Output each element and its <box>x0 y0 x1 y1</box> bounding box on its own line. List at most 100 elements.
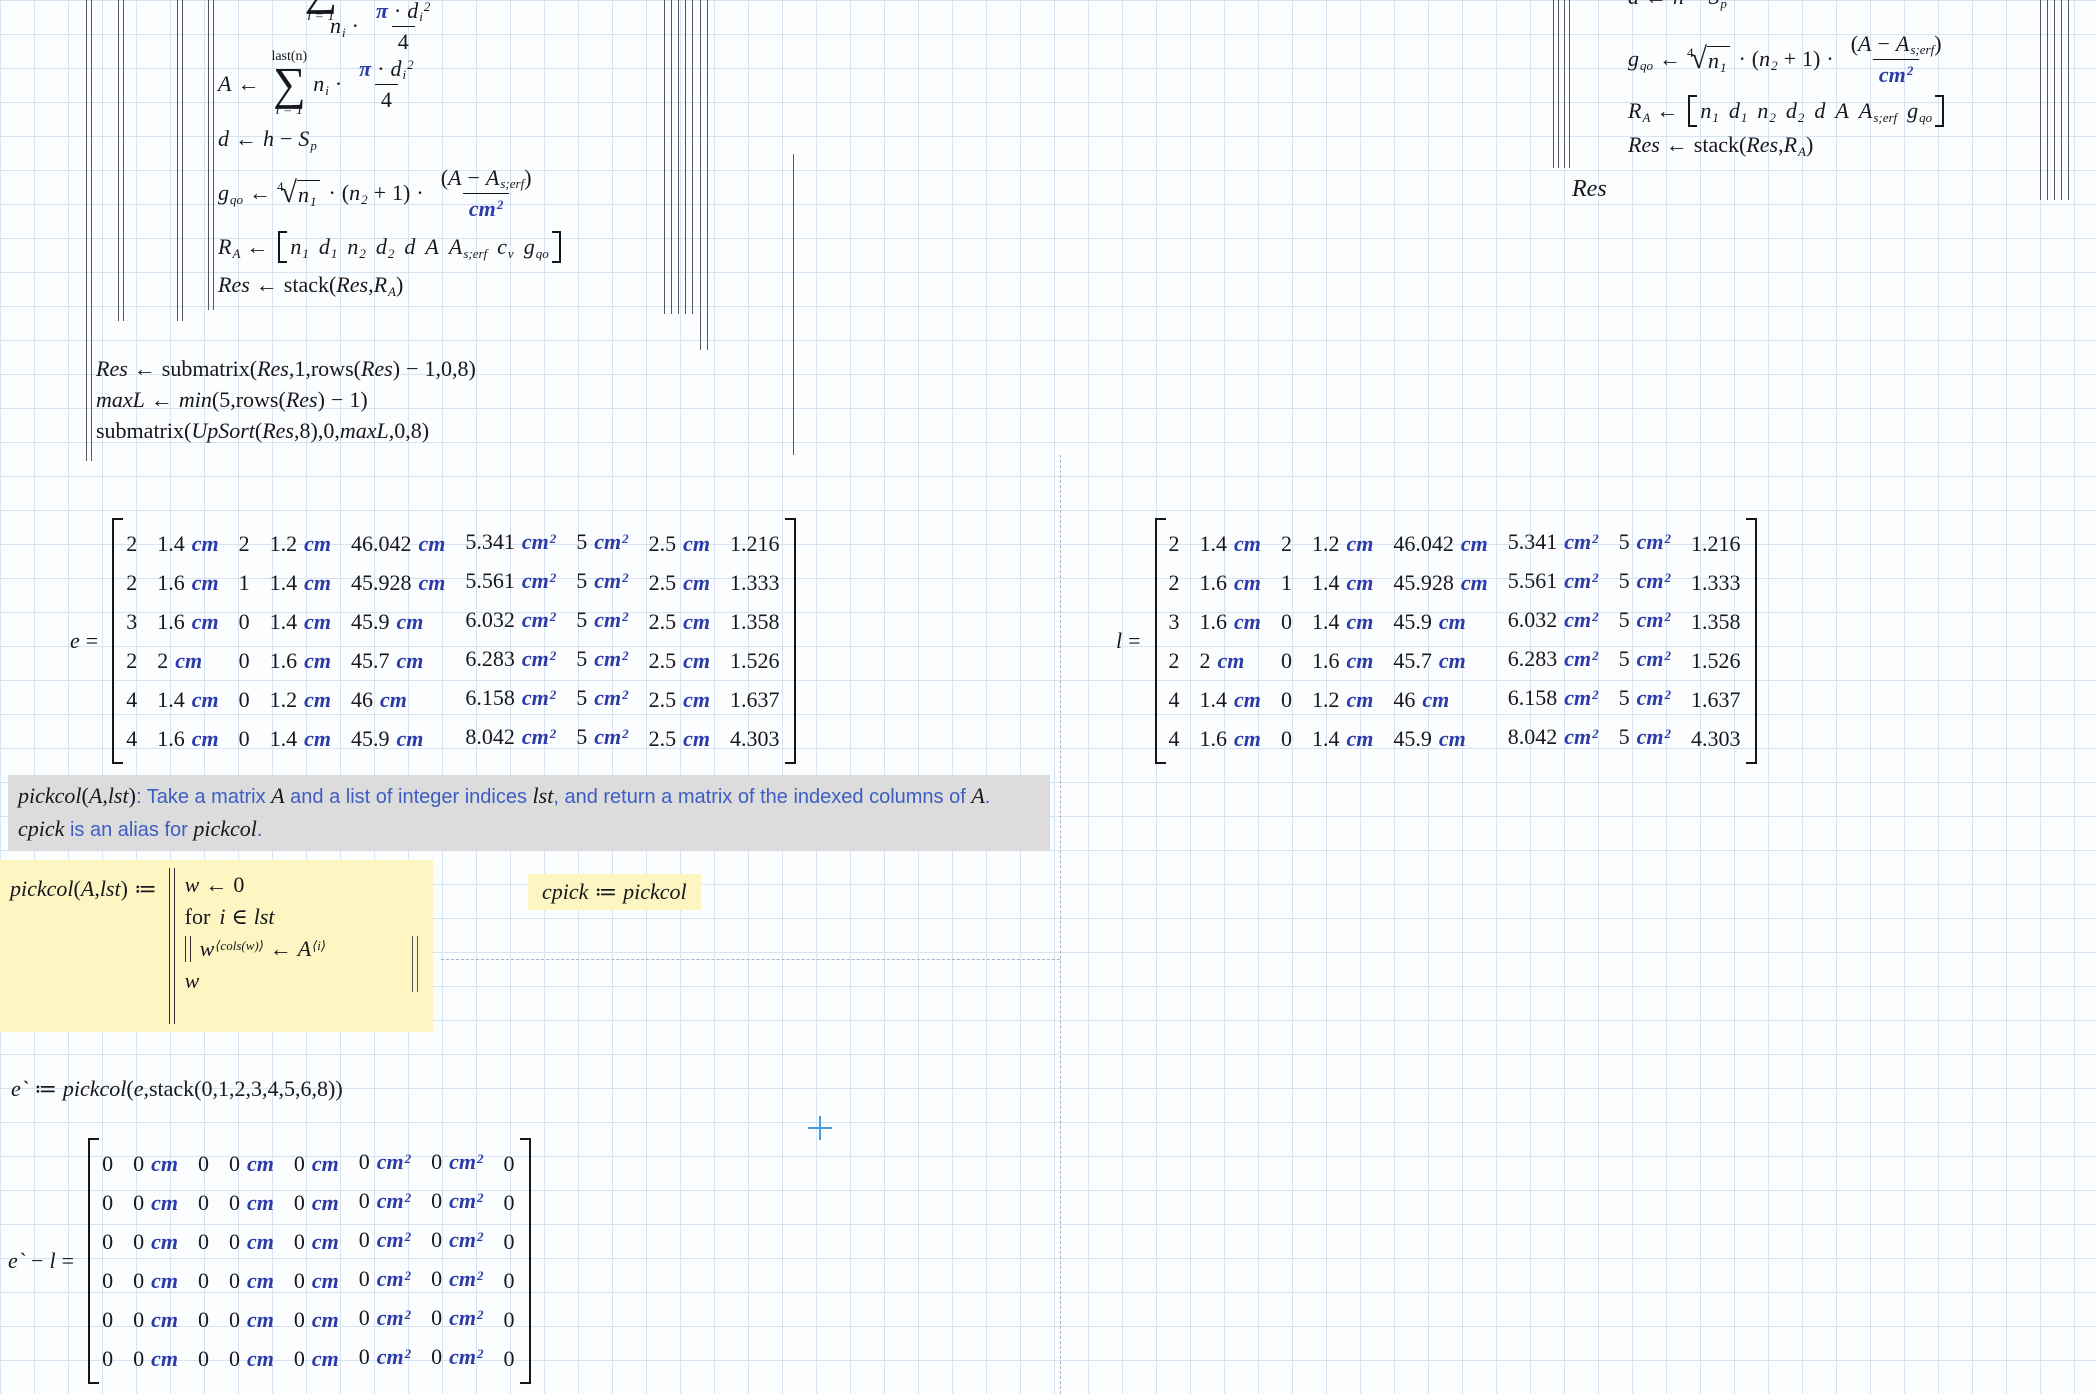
matrix-value: 0 <box>358 1227 370 1252</box>
matrix-unit: cm <box>1460 569 1488 595</box>
matrix-value: 1.4 <box>269 725 298 751</box>
math-operator: ← <box>255 272 278 297</box>
math-literal: ) <box>310 418 318 443</box>
pickcol-definition-region[interactable]: pickcol(A, lst) ≔ w ← 0 for i ∈ lst w⟨cols(w)⟩ ←… <box>0 860 433 1032</box>
math-operator: ≔ <box>34 1076 57 1101</box>
expression-submatrix-upsort[interactable]: submatrix(UpSort(Res, 8), 0, maxL, 0, 8) <box>96 418 476 444</box>
matrix-cell: 1.4 cm <box>1200 680 1281 719</box>
matrix-l-region[interactable]: l = 2 1.4 cm 2 1.2 cm 46.042 cm 5.341 cm2 5 cm2 1.216… <box>1116 518 1757 764</box>
matrix-cell: 0 <box>239 602 270 641</box>
math-variable: Res <box>96 356 128 381</box>
expression-ra-vector-right[interactable]: RA ← n1 d1 n2 d2 d A As;erf gqo <box>1628 94 1944 128</box>
result-program-region[interactable]: Res ← submatrix(Res, 1, rows(Res) −1, 0, 8)… <box>96 356 476 444</box>
matrix-cell: 1.2 cm <box>270 524 351 563</box>
math-literal: ( <box>1850 30 1859 56</box>
math-variable: A <box>218 71 232 96</box>
math-literal: rows <box>310 356 354 381</box>
matrix-value: 0 <box>197 1228 209 1254</box>
fraction-numerator: (A − As;erf) <box>1845 29 1948 59</box>
matrix-e-region[interactable]: e = 2 1.4 cm 2 1.2 cm 46.042 cm 5.341 cm2 5 cm2 2.5 cm… <box>70 518 796 764</box>
expression-res-submatrix[interactable]: Res ← submatrix(Res, 1, rows(Res) −1, 0, 8) <box>96 356 476 382</box>
math-operator: = <box>85 628 99 653</box>
row-vector: n1 d1 n2 d2 d A As;erf gqo <box>1688 95 1944 127</box>
cpick-alias-region[interactable]: cpick ≔ pickcol <box>528 874 701 910</box>
program-bracket <box>678 0 679 314</box>
math-variable: lst <box>253 904 275 929</box>
vector-item: d2 <box>1786 98 1805 125</box>
math-subscript: A <box>1642 109 1651 125</box>
matrix-unit: cm2 <box>594 607 629 632</box>
matrix-unit: cm <box>151 1189 178 1215</box>
matrix-cell: 5.561 cm2 <box>465 563 576 602</box>
matrix-cell: 5 cm2 <box>1619 680 1691 719</box>
math-superscript: 2 <box>622 725 629 741</box>
matrix-value: 4 <box>1168 725 1180 751</box>
program-bracket <box>2054 0 2055 200</box>
expression-area-sum[interactable]: A ← last(n) ∑ i = 1 ni · π · di2 4 <box>218 36 425 132</box>
matrix-unit: cm <box>311 1228 339 1254</box>
math-literal: ( <box>341 180 350 205</box>
expression-ra-vector[interactable]: RA ← n1 d1 n2 d2 d A As;erf cv gqo <box>218 230 562 264</box>
matrix-value: 0 <box>102 1189 114 1215</box>
expression-maxl[interactable]: maxL ← min(5, rows(Res) −1) <box>96 387 476 413</box>
matrix-cell: 2 <box>126 563 157 602</box>
math-variable: h <box>263 126 274 151</box>
matrix-row: 4 1.6 cm 0 1.4 cm 45.9 cm 8.042 cm2 5 cm2 2.5 cm 4.303 <box>126 719 781 758</box>
expression-gqo-assignment-right[interactable]: gqo ← 4 √ n1 ·(n2 +1) ·(A − As;erf) cm2 <box>1628 26 1953 92</box>
matrix-cell: 0 cm2 <box>359 1339 431 1378</box>
matrix-unit: cm <box>1346 725 1374 751</box>
pickcol-description-note[interactable]: pickcol(A,lst): Take a matrix A and a li… <box>8 775 1050 851</box>
expression-w-init: w ← 0 <box>185 872 326 898</box>
math-subscript: 1 <box>1719 59 1727 75</box>
matrix-unit: cm <box>1234 686 1261 712</box>
expression-gqo-assignment[interactable]: gqo ← 4 √ n1 ·(n2 +1) ·(A − As;erf) cm2 <box>218 158 543 228</box>
math-subscript: A <box>1798 143 1806 159</box>
math-operator: − <box>330 387 344 412</box>
matrix-unit: cm <box>304 686 331 712</box>
matrix-cell: 4.303 <box>1691 719 1743 758</box>
expression-res-stack-right[interactable]: Res ← stack(Res, RA) <box>1628 128 1813 162</box>
matrix-diff-region[interactable]: e` − l = 0 0 cm 0 0 cm 0 cm 0 cm2 0 cm2 0 0 0 cm 0 0 cm 0 cm 0 cm… <box>8 1138 531 1384</box>
math-operator: ← <box>1645 0 1667 10</box>
matrix-value: 1.216 <box>730 530 780 556</box>
matrix-value: 5 <box>576 568 588 593</box>
matrix-value: 1.526 <box>1691 647 1741 673</box>
math-subscript: 2 <box>1771 57 1778 73</box>
matrix-value: 4 <box>126 686 138 712</box>
math-literal: 5 <box>219 387 231 412</box>
math-variable: n2 <box>349 180 368 207</box>
matrix-value: 0 <box>133 1267 145 1293</box>
math-literal: ) <box>403 180 411 205</box>
matrix-cell: 4.303 <box>730 719 782 758</box>
description-text: , and return a matrix of the indexed col… <box>553 786 972 808</box>
math-subscript: 2 <box>387 245 395 261</box>
matrix-value: 1.2 <box>1311 530 1340 556</box>
matrix-cell: 0 <box>198 1183 229 1222</box>
math-literal: ( <box>249 356 258 381</box>
math-variable: pickcol <box>62 1076 127 1101</box>
expression-d-assignment[interactable]: d ← h − Sp <box>218 124 317 154</box>
vector-item: n2 <box>347 234 366 261</box>
math-subscript: i <box>402 67 407 83</box>
matrix-row: 2 2 cm 0 1.6 cm 45.7 cm 6.283 cm2 5 cm2 2.5 cm 1.526 <box>126 641 781 680</box>
math-superscript: 2 <box>477 1150 484 1166</box>
matrix-unit: cm <box>311 1267 339 1293</box>
expression-res-stack[interactable]: Res ← stack(Res, RA) <box>218 268 403 302</box>
math-literal: stack <box>148 1076 195 1101</box>
program-bracket <box>208 0 214 310</box>
math-variable: pickcol <box>18 783 82 808</box>
matrix-unit: cm2 <box>1636 568 1671 593</box>
math-operator: − <box>1690 0 1702 10</box>
eprime-definition[interactable]: e` ≔ pickcol(e, stack(0, 1, 2, 3, 4, 5, 6, 8)) <box>11 1072 343 1106</box>
math-variable: A <box>271 783 285 808</box>
math-superscript: 2 <box>1664 686 1672 702</box>
matrix-cell: 5 cm2 <box>576 524 648 563</box>
math-literal: ( <box>440 164 449 190</box>
math-literal: 1 <box>392 180 404 205</box>
matrix-row: 2 2 cm 0 1.6 cm 45.7 cm 6.283 cm2 5 cm2 1.526 <box>1169 641 1743 680</box>
matrix-cell: 1.4 cm <box>1312 602 1393 641</box>
math-subscript: s;erf <box>1910 42 1935 58</box>
result-echo-region[interactable]: Res <box>1572 176 1607 203</box>
math-superscript: ⟨i⟩ <box>312 937 326 953</box>
matrix-cell: 2.5 cm <box>649 602 730 641</box>
